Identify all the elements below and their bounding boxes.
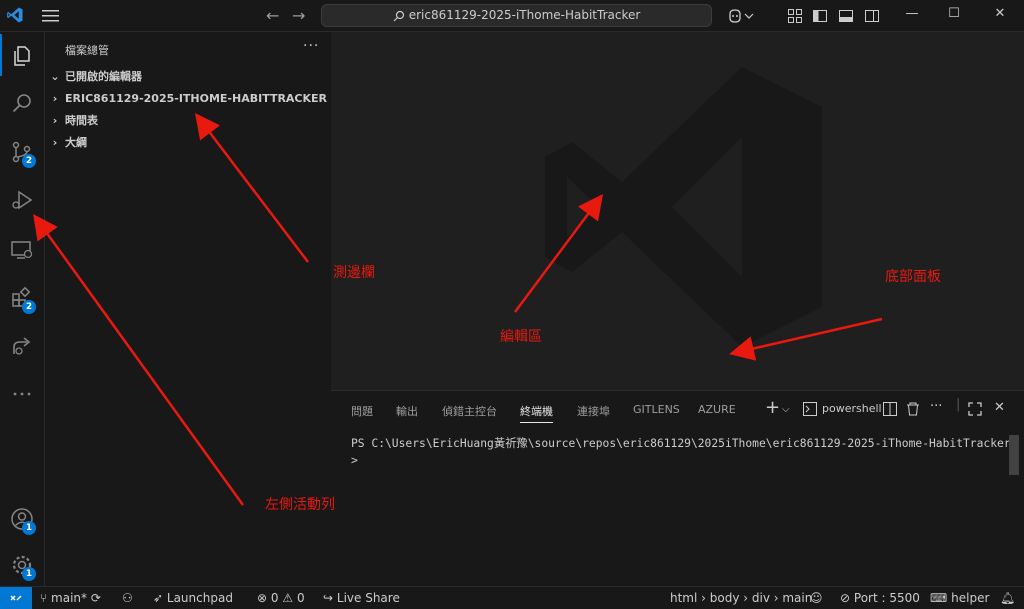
annotation-sidebar-label: 測邊欄 <box>333 265 375 281</box>
panel-arrow <box>729 317 883 361</box>
activity-arrow <box>33 213 245 506</box>
annotation-panel-label: 底部面板 <box>885 269 941 285</box>
editor-arrow <box>513 193 603 313</box>
annotation-arrows <box>33 113 883 506</box>
annotation-activity-label: 左側活動列 <box>265 497 335 513</box>
annotation-editor-label: 編輯區 <box>500 329 542 345</box>
sidebar-arrow <box>194 113 309 263</box>
